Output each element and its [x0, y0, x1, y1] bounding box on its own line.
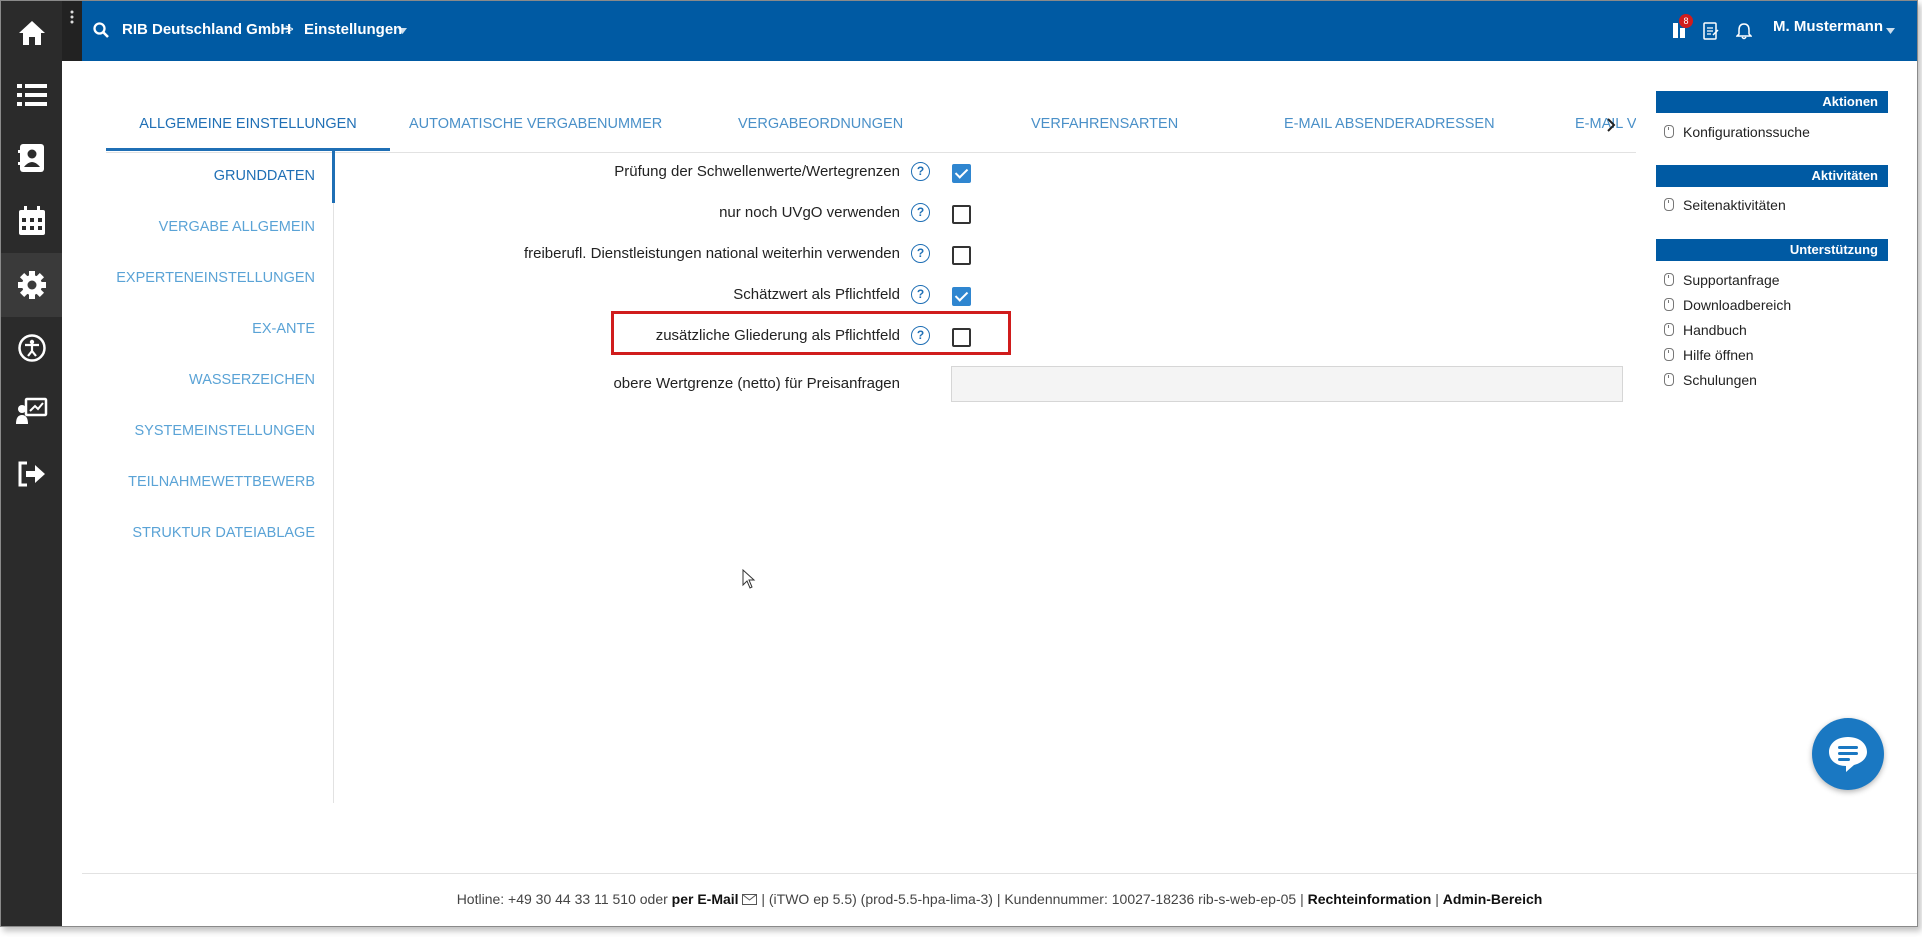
- user-chevron-down-icon[interactable]: [1886, 28, 1895, 34]
- subnav-ex-ante[interactable]: EX-ANTE: [252, 321, 315, 337]
- notification-badge: 8: [1679, 14, 1693, 28]
- chevron-right-icon[interactable]: [1606, 118, 1616, 132]
- tab-allgemeine-einstellungen[interactable]: ALLGEMEINE EINSTELLUNGEN: [106, 106, 390, 151]
- price-limit-label: obere Wertgrenze (netto) für Preisanfrag…: [613, 375, 900, 392]
- list-icon[interactable]: [1, 63, 62, 127]
- clipboard-icon[interactable]: [1703, 21, 1719, 40]
- footer-legal-link[interactable]: Rechteinformation: [1308, 891, 1432, 907]
- user-menu[interactable]: M. Mustermann: [1773, 18, 1883, 35]
- link-downloadbereich[interactable]: Downloadbereich: [1664, 297, 1791, 313]
- notification-tasks-icon[interactable]: 8: [1673, 14, 1693, 40]
- logout-icon[interactable]: [1, 442, 62, 506]
- footer-hotline: Hotline: +49 30 44 33 11 510 oder: [456, 891, 668, 907]
- link-konfigurationssuche[interactable]: Konfigurationssuche: [1664, 124, 1810, 140]
- subnav-teilnahmewettbewerb[interactable]: TEILNAHMEWETTBEWERB: [128, 474, 315, 490]
- home-icon[interactable]: [1, 1, 62, 65]
- presentation-icon[interactable]: [1, 379, 62, 443]
- checkbox-schaetzwert[interactable]: [952, 287, 971, 306]
- gear-icon[interactable]: [1, 253, 62, 317]
- checkbox-freiberufl[interactable]: [952, 246, 971, 265]
- chevron-down-icon[interactable]: [398, 28, 407, 34]
- setting-label: freiberufl. Dienstleistungen national we…: [523, 245, 900, 262]
- chat-button[interactable]: [1812, 718, 1884, 790]
- subnav-vergabe-allgemein[interactable]: VERGABE ALLGEMEIN: [159, 219, 315, 235]
- mouse-icon: [1664, 348, 1674, 361]
- calendar-icon[interactable]: [1, 189, 62, 253]
- more-vertical-icon: [70, 10, 74, 24]
- subnav-wasserzeichen[interactable]: WASSERZEICHEN: [189, 372, 315, 388]
- link-schulungen[interactable]: Schulungen: [1664, 372, 1757, 388]
- footer: Hotline: +49 30 44 33 11 510 oder per E-…: [82, 873, 1917, 926]
- footer-version-info: | (iTWO ep 5.5) (prod-5.5-hpa-lima-3) | …: [761, 891, 1304, 907]
- accessibility-icon[interactable]: [1, 316, 62, 380]
- breadcrumb-company[interactable]: RIB Deutschland GmbH: [122, 21, 291, 38]
- unterstuetzung-header: Unterstützung: [1656, 239, 1888, 261]
- mouse-icon: [1664, 373, 1674, 386]
- link-handbuch[interactable]: Handbuch: [1664, 322, 1747, 338]
- help-icon[interactable]: ?: [911, 285, 930, 304]
- price-limit-input[interactable]: [951, 366, 1623, 402]
- mouse-icon: [1664, 125, 1674, 138]
- settings-tabs: ALLGEMEINE EINSTELLUNGEN AUTOMATISCHE VE…: [106, 106, 1636, 153]
- breadcrumb-separator: >: [285, 21, 294, 38]
- help-icon[interactable]: ?: [911, 203, 930, 222]
- footer-email-link[interactable]: per E-Mail: [672, 891, 739, 907]
- footer-separator: |: [1435, 891, 1439, 907]
- mouse-icon: [1664, 323, 1674, 336]
- aktionen-header: Aktionen: [1656, 91, 1888, 113]
- subnav-systemeinstellungen[interactable]: SYSTEMEINSTELLUNGEN: [135, 423, 316, 439]
- help-icon[interactable]: ?: [911, 244, 930, 263]
- footer-admin-link[interactable]: Admin-Bereich: [1443, 891, 1543, 907]
- link-seitenaktivitaeten[interactable]: Seitenaktivitäten: [1664, 197, 1786, 213]
- top-bar: RIB Deutschland GmbH > Einstellungen 8 M…: [82, 1, 1917, 61]
- contacts-icon[interactable]: [1, 126, 62, 190]
- aktivitaeten-header: Aktivitäten: [1656, 165, 1888, 187]
- mouse-cursor-icon: [742, 569, 756, 589]
- tab-verfahrensarten[interactable]: VERFAHRENSARTEN: [1031, 106, 1178, 151]
- highlight-box: [611, 311, 1011, 355]
- search-icon[interactable]: [93, 22, 109, 38]
- tab-automatische-vergabenummer[interactable]: AUTOMATISCHE VERGABENUMMER: [409, 106, 662, 151]
- subnav-grunddaten[interactable]: GRUNDDATEN: [214, 168, 315, 184]
- tab-email-absenderadressen[interactable]: E-MAIL ABSENDERADRESSEN: [1284, 106, 1495, 151]
- setting-label: Schätzwert als Pflichtfeld: [733, 286, 900, 303]
- checkbox-uvgo[interactable]: [952, 205, 971, 224]
- active-indicator: [332, 151, 335, 203]
- app-window: RIB Deutschland GmbH > Einstellungen 8 M…: [0, 0, 1918, 927]
- envelope-icon[interactable]: [742, 894, 758, 905]
- bell-icon[interactable]: [1736, 23, 1752, 40]
- mouse-icon: [1664, 273, 1674, 286]
- chat-icon: [1829, 737, 1867, 772]
- left-sidebar: [1, 1, 62, 926]
- setting-label: Prüfung der Schwellenwerte/Wertegrenzen: [614, 163, 900, 180]
- sub-navigation: GRUNDDATEN VERGABE ALLGEMEIN EXPERTENEIN…: [106, 151, 335, 803]
- help-icon[interactable]: ?: [911, 162, 930, 181]
- tab-vergabeordnungen[interactable]: VERGABEORDNUNGEN: [738, 106, 903, 151]
- menu-toggle[interactable]: [62, 1, 82, 61]
- subnav-struktur-dateiablage[interactable]: STRUKTUR DATEIABLAGE: [132, 525, 315, 541]
- link-hilfe-oeffnen[interactable]: Hilfe öffnen: [1664, 347, 1754, 363]
- checkbox-schwellenwerte[interactable]: [952, 164, 971, 183]
- subnav-experteneinstellungen[interactable]: EXPERTENEINSTELLUNGEN: [116, 270, 315, 286]
- breadcrumb-section[interactable]: Einstellungen: [304, 21, 402, 38]
- link-supportanfrage[interactable]: Supportanfrage: [1664, 272, 1780, 288]
- setting-label: nur noch UVgO verwenden: [719, 204, 900, 221]
- mouse-icon: [1664, 298, 1674, 311]
- mouse-icon: [1664, 198, 1674, 211]
